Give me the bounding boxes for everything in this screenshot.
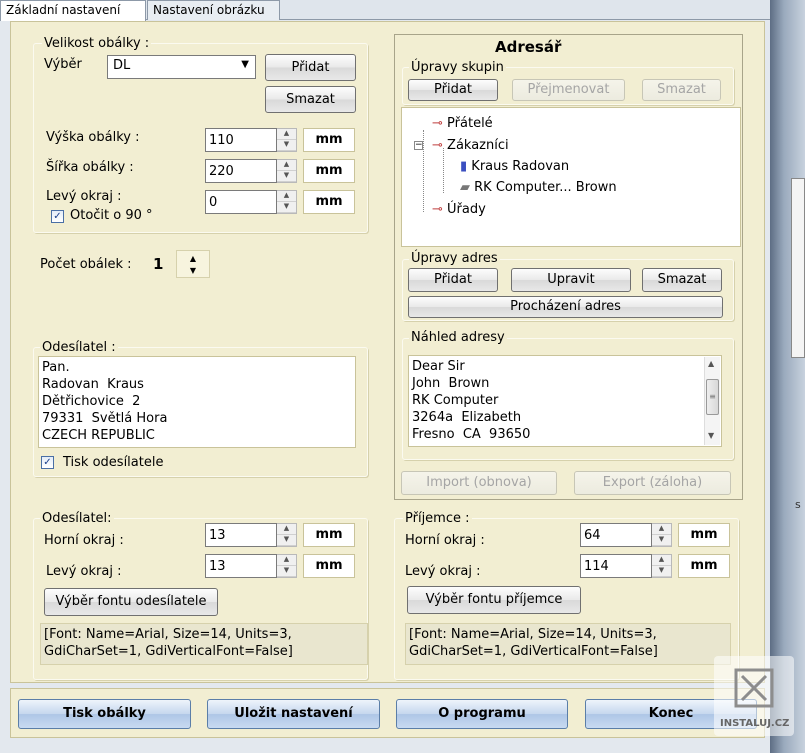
background-window-fragment [791, 178, 805, 358]
print-sender-checkbox[interactable]: ✓ [41, 456, 54, 469]
group-folder-icon: ⊸ [432, 116, 443, 131]
rotate-checkbox[interactable]: ✓ [51, 210, 64, 223]
group-tree[interactable]: ⊸ Přátelé − ⊸ Zákazníci ▮ Kraus Radovan … [401, 107, 741, 247]
envelope-format-select[interactable]: DL ▼ [107, 55, 256, 79]
sender-left-label: Levý okraj : [46, 564, 122, 579]
tree-item-contact-kraus[interactable]: ▮ Kraus Radovan [460, 158, 569, 176]
left-margin-spinner[interactable]: ▲ ▼ [277, 190, 297, 214]
background-text-fragment: s [795, 498, 801, 511]
browse-addresses-button[interactable]: Procházení adres [408, 296, 723, 318]
address-preview-title: Náhled adresy [409, 330, 507, 345]
sender-font-info: [Font: Name=Arial, Size=14, Units=3, Gdi… [40, 623, 368, 665]
envelope-count-value: 1 [153, 255, 164, 273]
print-envelope-button[interactable]: Tisk obálky [18, 699, 191, 729]
recipient-top-spinner[interactable]: ▲ ▼ [652, 523, 672, 547]
height-label: Výška obálky : [46, 130, 140, 145]
height-spinner[interactable]: ▲ ▼ [277, 128, 297, 152]
tree-item-friends[interactable]: ⊸ Přátelé [432, 115, 493, 133]
delete-format-button[interactable]: Smazat [265, 86, 356, 113]
scroll-up-icon[interactable]: ▲ [708, 359, 714, 368]
sender-font-title: Odesílatel: [40, 511, 114, 526]
sender-title: Odesílatel : [40, 340, 118, 355]
delete-group-button[interactable]: Smazat [642, 79, 721, 101]
watermark-icon [734, 668, 774, 708]
add-address-button[interactable]: Přidat [408, 268, 498, 292]
about-button[interactable]: O programu [396, 699, 568, 729]
width-label: Šířka obálky : [46, 160, 134, 175]
contact-card-icon: ▮ [460, 159, 468, 174]
print-sender-label: Tisk odesílatele [63, 455, 164, 470]
address-book-title: Adresář [495, 38, 562, 56]
delete-address-button[interactable]: Smazat [642, 268, 722, 292]
watermark-text: INSTALUJ.CZ [720, 718, 790, 729]
group-folder-icon: ⊸ [432, 202, 443, 217]
recipient-font-title: Příjemce : [403, 511, 472, 526]
sender-top-label: Horní okraj : [44, 533, 124, 548]
tree-item-contact-rk[interactable]: ▰ RK Computer... Brown [460, 179, 617, 197]
width-unit: mm [303, 159, 355, 183]
rotate-label: Otočit o 90 ° [70, 208, 153, 223]
edit-address-button[interactable]: Upravit [511, 268, 631, 292]
left-margin-input[interactable] [205, 190, 277, 214]
rename-group-button[interactable]: Přejmenovat [512, 79, 625, 101]
height-input[interactable] [205, 128, 277, 152]
sender-top-unit: mm [303, 523, 355, 547]
envelope-format-value: DL [113, 58, 131, 73]
recipient-top-input[interactable] [580, 523, 652, 547]
tree-line [423, 130, 424, 212]
collapse-icon[interactable]: − [414, 141, 423, 150]
background-window-edge [770, 0, 805, 753]
export-button[interactable]: Export (záloha) [574, 471, 731, 495]
tab-image-settings[interactable]: Nastavení obrázku [147, 0, 280, 20]
recipient-left-label: Levý okraj : [405, 564, 481, 579]
sender-left-input[interactable] [205, 554, 277, 578]
width-input[interactable] [205, 159, 277, 183]
preview-scrollbar[interactable]: ▲ ≡ ▼ [704, 357, 720, 445]
left-margin-unit: mm [303, 190, 355, 214]
recipient-font-button[interactable]: Výběr fontu příjemce [407, 586, 581, 614]
recipient-left-spinner[interactable]: ▲ ▼ [652, 554, 672, 578]
count-stepper[interactable]: ▲ ▼ [176, 250, 210, 278]
add-group-button[interactable]: Přidat [408, 79, 498, 101]
recipient-left-input[interactable] [580, 554, 652, 578]
sender-font-button[interactable]: Výběr fontu odesílatele [44, 588, 218, 616]
address-preview-text[interactable]: Dear Sir John Brown RK Computer 3264a El… [408, 355, 722, 447]
group-edit-title: Úpravy skupin [409, 60, 506, 75]
recipient-top-label: Horní okraj : [405, 533, 485, 548]
contact-card-icon: ▰ [460, 180, 470, 195]
group-folder-icon: ⊸ [432, 138, 443, 153]
recipient-font-info: [Font: Name=Arial, Size=14, Units=3, Gdi… [405, 623, 731, 665]
sender-top-spinner[interactable]: ▲ ▼ [277, 523, 297, 547]
import-button[interactable]: Import (obnova) [401, 471, 557, 495]
address-edit-title: Úpravy adres [409, 251, 500, 266]
sender-top-input[interactable] [205, 523, 277, 547]
sender-left-spinner[interactable]: ▲ ▼ [277, 554, 297, 578]
tree-item-customers[interactable]: ⊸ Zákazníci [432, 137, 509, 155]
tab-basic-settings[interactable]: Základní nastavení [0, 0, 146, 21]
width-spinner[interactable]: ▲ ▼ [277, 159, 297, 183]
envelope-count-label: Počet obálek : [40, 257, 132, 272]
select-label: Výběr [44, 57, 82, 72]
recipient-left-unit: mm [678, 554, 730, 578]
tree-item-offices[interactable]: ⊸ Úřady [432, 201, 486, 219]
scroll-thumb[interactable]: ≡ [706, 379, 719, 415]
height-unit: mm [303, 128, 355, 152]
chevron-down-icon: ▼ [241, 59, 249, 70]
left-margin-label: Levý okraj : [46, 189, 122, 204]
recipient-top-unit: mm [678, 523, 730, 547]
envelope-size-title: Velikost obálky : [42, 36, 152, 51]
sender-left-unit: mm [303, 554, 355, 578]
add-format-button[interactable]: Přidat [265, 54, 356, 81]
sender-address-text[interactable]: Pan. Radovan Kraus Dětřichovice 2 79331 … [38, 356, 356, 448]
watermark-logo: INSTALUJ.CZ [714, 656, 794, 736]
save-settings-button[interactable]: Uložit nastavení [207, 699, 380, 729]
scroll-down-icon[interactable]: ▼ [708, 431, 714, 440]
